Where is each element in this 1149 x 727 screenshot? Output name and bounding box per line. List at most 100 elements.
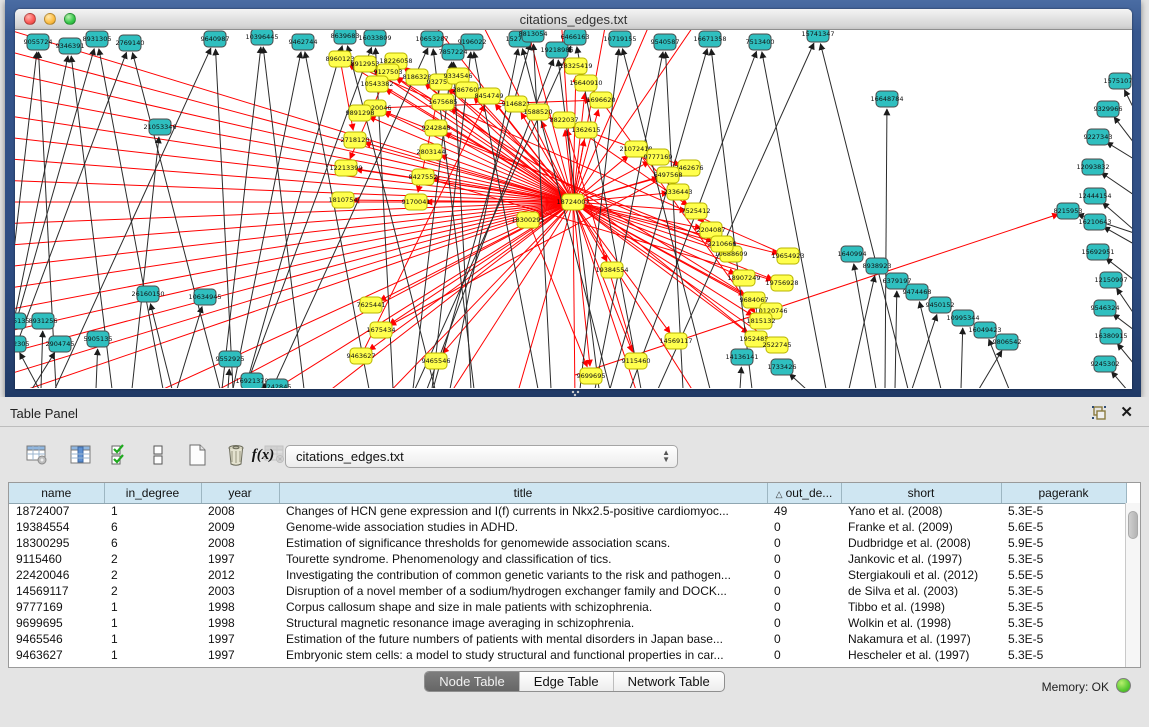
table-cell[interactable]: 2003 <box>201 583 279 599</box>
network-node[interactable]: 16648784 <box>870 91 903 107</box>
column-header-year[interactable]: year <box>201 483 279 503</box>
table-cell[interactable]: 1997 <box>201 631 279 647</box>
table-cell[interactable]: Tibbo et al. (1998) <box>841 599 1001 615</box>
network-node[interactable]: 16671358 <box>693 31 726 47</box>
table-vertical-scrollbar[interactable] <box>1125 503 1140 667</box>
network-node[interactable]: 14136141 <box>725 349 758 365</box>
network-node[interactable]: 1640994 <box>838 246 867 262</box>
table-cell[interactable]: 19384554 <box>9 519 104 535</box>
table-cell[interactable]: 9465546 <box>9 631 104 647</box>
network-node[interactable]: 1675685 <box>429 94 458 110</box>
network-node[interactable]: 19384554 <box>595 262 628 278</box>
table-cell[interactable]: 9115460 <box>9 551 104 567</box>
new-column-icon[interactable] <box>184 442 210 468</box>
table-cell[interactable]: 5.6E-5 <box>1001 519 1126 535</box>
table-cell[interactable]: Embryonic stem cells: a model to study s… <box>279 647 767 663</box>
network-node[interactable]: 9463627 <box>347 348 376 364</box>
network-node[interactable]: 9474468 <box>903 284 932 300</box>
delete-column-icon[interactable] <box>223 442 249 468</box>
network-node[interactable]: 8427552 <box>409 169 438 185</box>
table-cell[interactable]: 5.3E-5 <box>1001 503 1126 519</box>
network-node[interactable]: 8938923 <box>863 258 892 274</box>
network-node[interactable]: 10719155 <box>603 31 636 47</box>
table-cell[interactable]: 18724007 <box>9 503 104 519</box>
table-cell[interactable]: 6 <box>104 535 201 551</box>
network-node[interactable]: 9640987 <box>201 31 230 47</box>
network-node[interactable]: 1588520 <box>524 104 553 120</box>
network-node[interactable]: 8454749 <box>475 88 504 104</box>
network-node[interactable]: 8931305 <box>83 31 112 47</box>
table-cell[interactable]: 0 <box>767 583 841 599</box>
table-cell[interactable]: 0 <box>767 647 841 663</box>
table-cell[interactable]: Disruption of a novel member of a sodium… <box>279 583 767 599</box>
table-cell[interactable]: 1998 <box>201 615 279 631</box>
column-header-out_de[interactable]: △out_de... <box>767 483 841 503</box>
table-cell[interactable]: 22420046 <box>9 567 104 583</box>
table-cell[interactable]: 6 <box>104 519 201 535</box>
table-cell[interactable]: 1 <box>104 647 201 663</box>
checked-boxes-icon[interactable] <box>107 442 133 468</box>
close-panel-icon[interactable]: ✕ <box>1120 403 1133 421</box>
window-titlebar[interactable]: citations_edges.txt <box>15 9 1132 30</box>
table-cell[interactable]: Genome-wide association studies in ADHD. <box>279 519 767 535</box>
network-node[interactable]: 9806542 <box>993 334 1022 350</box>
table-cell[interactable]: Yano et al. (2008) <box>841 503 1001 519</box>
network-node[interactable]: 10634945 <box>188 289 221 305</box>
network-node[interactable]: 6497568 <box>654 167 683 183</box>
network-node[interactable]: 9546324 <box>1091 300 1120 316</box>
network-node[interactable]: 7525412 <box>682 203 711 219</box>
network-node[interactable]: 2904745 <box>46 336 75 352</box>
table-row[interactable]: 2242004622012Investigating the contribut… <box>9 567 1126 583</box>
table-cell[interactable]: 1 <box>104 599 201 615</box>
table-cell[interactable]: 2009 <box>201 519 279 535</box>
table-cell[interactable]: Franke et al. (2009) <box>841 519 1001 535</box>
table-cell[interactable]: 49 <box>767 503 841 519</box>
network-node[interactable]: 9540587 <box>651 34 680 50</box>
network-node[interactable]: 9242848 <box>422 120 451 136</box>
table-cell[interactable]: Wolkin et al. (1998) <box>841 615 1001 631</box>
table-row[interactable]: 946554611997Estimation of the future num… <box>9 631 1126 647</box>
network-node[interactable]: 1810754 <box>329 192 358 208</box>
network-node[interactable]: 5905135 <box>84 331 113 347</box>
table-cell[interactable]: Estimation of the future numbers of pati… <box>279 631 767 647</box>
table-cell[interactable]: 5.5E-5 <box>1001 567 1126 583</box>
table-row[interactable]: 911546021997Tourette syndrome. Phenomeno… <box>9 551 1126 567</box>
column-header-short[interactable]: short <box>841 483 1001 503</box>
network-node[interactable]: 1362615 <box>572 122 601 138</box>
table-cell[interactable]: 0 <box>767 599 841 615</box>
network-node[interactable]: 19756928 <box>765 275 798 291</box>
table-cell[interactable]: 2008 <box>201 503 279 519</box>
column-header-name[interactable]: name <box>9 483 104 503</box>
table-cell[interactable]: 5.3E-5 <box>1001 583 1126 599</box>
scrollbar-thumb[interactable] <box>1128 511 1138 539</box>
table-row[interactable]: 977716911998Corpus callosum shape and si… <box>9 599 1126 615</box>
table-cell[interactable]: Changes of HCN gene expression and I(f) … <box>279 503 767 519</box>
network-node[interactable]: 1696620 <box>587 92 616 108</box>
network-node[interactable]: 9891298 <box>346 105 375 121</box>
table-cell[interactable]: 2 <box>104 583 201 599</box>
network-node[interactable]: 16640910 <box>569 75 602 91</box>
network-node[interactable]: 12444154 <box>1078 188 1111 204</box>
network-node[interactable]: 8813054 <box>519 30 548 42</box>
table-cell[interactable]: 9777169 <box>9 599 104 615</box>
network-node[interactable]: 9329966 <box>1094 101 1123 117</box>
table-cell[interactable]: 5.3E-5 <box>1001 615 1126 631</box>
network-node[interactable]: 7857224 <box>439 44 468 60</box>
network-node[interactable]: 2336443 <box>664 184 693 200</box>
float-panel-icon[interactable] <box>1091 405 1107 421</box>
network-node[interactable]: 8215953 <box>1054 203 1083 219</box>
network-node[interactable]: 9346391 <box>56 38 85 54</box>
table-cell[interactable]: 2 <box>104 551 201 567</box>
table-cell[interactable]: 0 <box>767 567 841 583</box>
network-node[interactable]: 26160150 <box>131 286 164 302</box>
table-cell[interactable]: 5.9E-5 <box>1001 535 1126 551</box>
table-cell[interactable]: Estimation of significance thresholds fo… <box>279 535 767 551</box>
table-cell[interactable]: Jankovic et al. (1997) <box>841 551 1001 567</box>
network-node[interactable]: 18300295 <box>511 212 544 228</box>
table-cell[interactable]: 1 <box>104 503 201 519</box>
table-cell[interactable]: 1997 <box>201 551 279 567</box>
table-cell[interactable]: Tourette syndrome. Phenomenology and cla… <box>279 551 767 567</box>
table-cell[interactable]: 9463627 <box>9 647 104 663</box>
network-node[interactable]: 2769140 <box>116 35 145 51</box>
table-cell[interactable]: Dudbridge et al. (2008) <box>841 535 1001 551</box>
